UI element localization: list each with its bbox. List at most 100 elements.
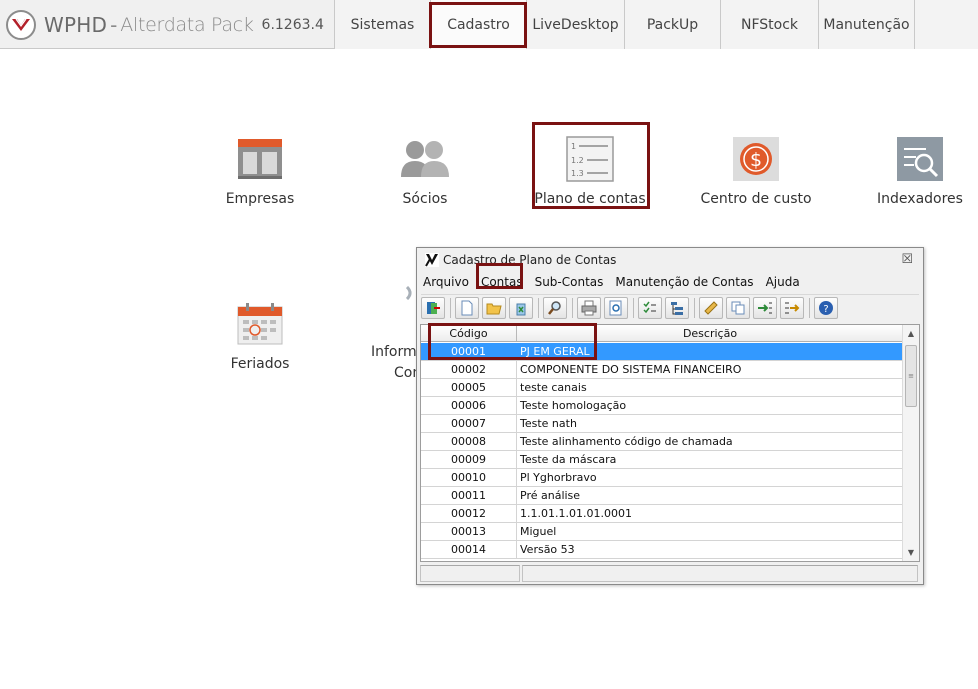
nav-packup[interactable]: PackUp bbox=[624, 0, 720, 49]
cell-descricao: 1.1.01.1.01.01.0001 bbox=[520, 507, 632, 520]
tile-centro-de-custo[interactable]: $ Centro de custo bbox=[700, 135, 812, 207]
tile-socios[interactable]: Sócios bbox=[385, 135, 465, 207]
tile-empresas[interactable]: Empresas bbox=[220, 135, 300, 207]
brand-separator: - bbox=[110, 12, 118, 37]
cell-codigo: 00013 bbox=[421, 523, 517, 540]
tile-indexadores[interactable]: Indexadores bbox=[872, 135, 968, 207]
ruler-icon[interactable] bbox=[699, 296, 723, 319]
print-icon[interactable] bbox=[577, 296, 601, 319]
tile-feriados[interactable]: Feriados bbox=[220, 300, 300, 372]
svg-text:1: 1 bbox=[571, 142, 576, 151]
scroll-up-icon[interactable]: ▲ bbox=[903, 325, 919, 342]
tile-label-centro-de-custo: Centro de custo bbox=[700, 191, 812, 207]
cell-codigo: 00001 bbox=[421, 343, 517, 360]
tile-informacoes[interactable]: Inform Con bbox=[366, 285, 416, 385]
accounts-grid: Código Descrição 00001 PJ EM GERAL 00002 C… bbox=[420, 324, 920, 562]
menu-arquivo[interactable]: Arquivo bbox=[417, 275, 475, 289]
table-row[interactable]: 00010 Pl Yghorbravo bbox=[421, 469, 903, 487]
table-row[interactable]: 00011 Pré análise bbox=[421, 487, 903, 505]
status-panel-left bbox=[420, 565, 520, 582]
nav-cadastro[interactable]: Cadastro bbox=[430, 0, 526, 49]
svg-text:1.2: 1.2 bbox=[571, 156, 584, 165]
toolbar-separator bbox=[572, 297, 573, 318]
cell-codigo: 00009 bbox=[421, 451, 517, 468]
menu-manutencao-de-contas[interactable]: Manutenção de Contas bbox=[609, 275, 759, 289]
toolbar: ? bbox=[421, 294, 919, 320]
alterdata-window-icon bbox=[425, 253, 439, 267]
table-row[interactable]: 00006 Teste homologação bbox=[421, 397, 903, 415]
column-header-descricao[interactable]: Descrição bbox=[517, 325, 903, 341]
numbered-list-icon: 1 1.2 1.3 bbox=[564, 135, 616, 183]
nav-sistemas[interactable]: Sistemas bbox=[334, 0, 430, 49]
tile-label-feriados: Feriados bbox=[230, 356, 290, 372]
help-icon[interactable]: ? bbox=[814, 296, 838, 319]
cell-descricao: Pré análise bbox=[520, 489, 581, 502]
brand-version: 6.1263.4 bbox=[261, 16, 324, 33]
svg-text:?: ? bbox=[823, 304, 828, 315]
building-icon bbox=[234, 135, 286, 183]
dollar-coin-icon: $ bbox=[730, 135, 782, 183]
tile-plano-de-contas[interactable]: 1 1.2 1.3 Plano de contas bbox=[534, 135, 646, 207]
export-arrow-icon[interactable] bbox=[780, 296, 804, 319]
calendar-icon bbox=[234, 300, 286, 348]
table-row[interactable]: 00007 Teste nath bbox=[421, 415, 903, 433]
table-row[interactable]: 00005 teste canais bbox=[421, 379, 903, 397]
toolbar-separator bbox=[633, 297, 634, 318]
scroll-thumb[interactable]: ≡ bbox=[905, 345, 917, 407]
cell-codigo: 00006 bbox=[421, 397, 517, 414]
nav-spacer bbox=[914, 0, 978, 49]
table-row[interactable]: 00009 Teste da máscara bbox=[421, 451, 903, 469]
cell-descricao: Teste da máscara bbox=[520, 453, 617, 466]
menu-sub-contas[interactable]: Sub-Contas bbox=[529, 275, 610, 289]
copy-icon[interactable] bbox=[726, 296, 750, 319]
grid-rows: 00001 PJ EM GERAL 00002 COMPONENTE DO SIST… bbox=[421, 343, 903, 559]
checklist-edit-icon[interactable] bbox=[638, 296, 662, 319]
search-icon[interactable] bbox=[543, 296, 567, 319]
svg-text:$: $ bbox=[750, 149, 762, 171]
plano-de-contas-window: Cadastro de Plano de Contas ☒ Arquivo Co… bbox=[416, 247, 924, 585]
table-row[interactable]: 00012 1.1.01.1.01.01.0001 bbox=[421, 505, 903, 523]
table-row[interactable]: 00001 PJ EM GERAL bbox=[421, 343, 903, 361]
cell-descricao: COMPONENTE DO SISTEMA FINANCEIRO bbox=[520, 363, 742, 376]
open-folder-icon[interactable] bbox=[482, 296, 506, 319]
top-bar: WPHD - Alterdata Pack 6.1263.4 Sistemas … bbox=[0, 0, 978, 49]
exit-door-icon[interactable] bbox=[421, 296, 445, 319]
svg-text:1.3: 1.3 bbox=[571, 169, 584, 178]
menu-ajuda[interactable]: Ajuda bbox=[760, 275, 806, 289]
cell-descricao: teste canais bbox=[520, 381, 587, 394]
vertical-scrollbar[interactable]: ▲ ≡ ▼ bbox=[902, 325, 919, 561]
scroll-down-icon[interactable]: ▼ bbox=[903, 544, 919, 561]
brand: WPHD - Alterdata Pack 6.1263.4 bbox=[0, 0, 334, 49]
cell-codigo: 00008 bbox=[421, 433, 517, 450]
grid-header: Código Descrição bbox=[421, 325, 903, 342]
nav-manutencao[interactable]: Manutenção bbox=[818, 0, 914, 49]
toolbar-separator bbox=[538, 297, 539, 318]
tile-label-socios: Sócios bbox=[402, 191, 448, 207]
partial-tile-icon bbox=[405, 285, 416, 301]
import-arrow-icon[interactable] bbox=[753, 296, 777, 319]
print-preview-icon[interactable] bbox=[604, 296, 628, 319]
new-document-icon[interactable] bbox=[455, 296, 479, 319]
table-row[interactable]: 00013 Miguel bbox=[421, 523, 903, 541]
close-icon[interactable]: ☒ bbox=[901, 252, 913, 267]
cell-codigo: 00002 bbox=[421, 361, 517, 378]
tile-label-informacoes-line2: Con bbox=[394, 365, 416, 381]
recycle-icon[interactable] bbox=[509, 296, 533, 319]
table-row[interactable]: 00002 COMPONENTE DO SISTEMA FINANCEIRO bbox=[421, 361, 903, 379]
nav-nfstock[interactable]: NFStock bbox=[720, 0, 818, 49]
cell-descricao: Teste alinhamento código de chamada bbox=[520, 435, 733, 448]
cell-codigo: 00005 bbox=[421, 379, 517, 396]
toolbar-separator bbox=[694, 297, 695, 318]
column-header-codigo[interactable]: Código bbox=[421, 325, 517, 341]
window-title-bar[interactable]: Cadastro de Plano de Contas ☒ bbox=[417, 248, 923, 272]
table-row[interactable]: 00014 Versão 53 bbox=[421, 541, 903, 559]
cell-descricao: PJ EM GERAL bbox=[520, 345, 590, 358]
brand-product: Alterdata Pack bbox=[120, 13, 254, 36]
cell-descricao: Miguel bbox=[520, 525, 557, 538]
people-icon bbox=[399, 135, 451, 183]
menu-contas[interactable]: Contas bbox=[475, 275, 529, 289]
nav-livedesktop[interactable]: LiveDesktop bbox=[526, 0, 624, 49]
table-row[interactable]: 00008 Teste alinhamento código de chamada bbox=[421, 433, 903, 451]
tree-structure-icon[interactable] bbox=[665, 296, 689, 319]
tile-label-plano-de-contas: Plano de contas bbox=[534, 191, 646, 207]
